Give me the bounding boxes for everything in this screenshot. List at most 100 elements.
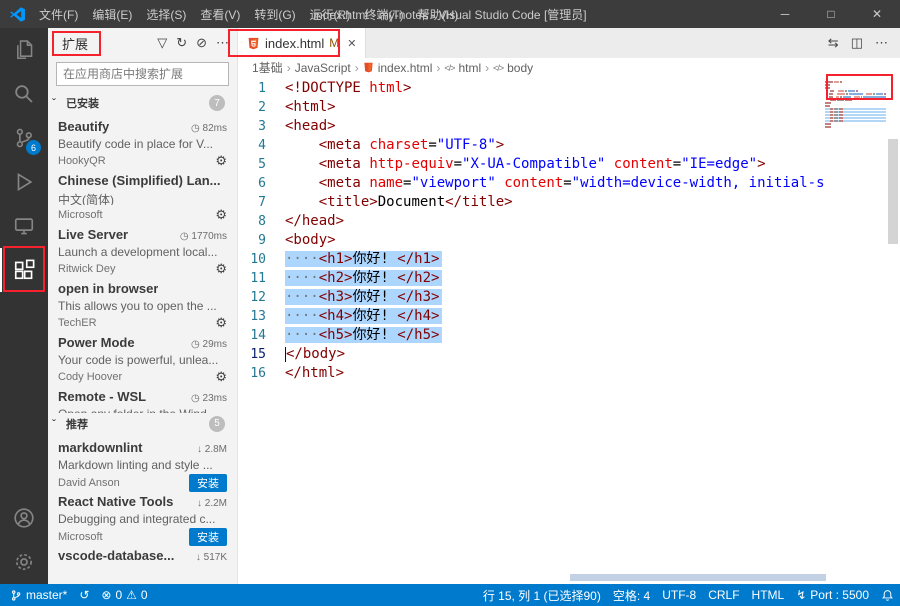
code-line[interactable]: 13····<h4>你好! </h4> [238, 307, 900, 326]
extension-item[interactable]: Chinese (Simplified) Lan...中文(简体)Microso… [48, 168, 237, 222]
extension-search-box[interactable] [56, 62, 229, 86]
minimap-line [825, 123, 886, 125]
code-line[interactable]: 10····<h1>你好! </h1> [238, 250, 900, 269]
search-icon[interactable] [0, 72, 48, 116]
extension-item[interactable]: Remote - WSL◷ 23msOpen any folder in the… [48, 384, 237, 413]
breadcrumb-symbol-html[interactable]: html [458, 61, 481, 75]
horizontal-scrollbar-thumb[interactable] [570, 574, 826, 581]
sync-item[interactable]: ↺ [73, 584, 95, 606]
minimap-line [825, 96, 886, 98]
menu-file[interactable]: 文件(F) [32, 0, 85, 28]
manage-gear-icon[interactable]: ⚙ [215, 369, 227, 385]
breadcrumb-subfolder[interactable]: JavaScript [295, 61, 351, 75]
code-line[interactable]: 1<!DOCTYPE html> [238, 79, 900, 98]
install-button[interactable]: 安装 [189, 528, 227, 546]
manage-gear-icon[interactable]: ⚙ [215, 315, 227, 331]
live-server-port-item[interactable]: ↯ Port : 5500 [790, 584, 875, 606]
activation-time: ◷ 29ms [187, 339, 227, 350]
menu-view[interactable]: 查看(V) [193, 0, 247, 28]
code-line[interactable]: 5 <meta http-equiv="X-UA-Compatible" con… [238, 155, 900, 174]
run-debug-icon[interactable] [0, 160, 48, 204]
extension-search-input[interactable] [63, 67, 222, 81]
language-mode-item[interactable]: HTML [746, 584, 791, 606]
activity-bar: 6 [0, 28, 48, 584]
breadcrumb-folder[interactable]: 1基础 [252, 59, 283, 76]
refresh-icon[interactable]: ↻ [176, 35, 187, 51]
source-control-icon[interactable]: 6 [0, 116, 48, 160]
eol-item[interactable]: CRLF [702, 584, 745, 606]
window-title: index.html - my-notes - Visual Studio Co… [313, 6, 586, 23]
tab-index-html[interactable]: index.html M ✕ [238, 28, 366, 58]
code-line[interactable]: 6 <meta name="viewport" content="width=d… [238, 174, 900, 193]
menu-goto[interactable]: 转到(G) [247, 0, 302, 28]
breadcrumb-file[interactable]: index.html [378, 61, 433, 75]
code-line[interactable]: 16</html> [238, 364, 900, 383]
code-line[interactable]: 4 <meta charset="UTF-8"> [238, 136, 900, 155]
maximize-button[interactable]: □ [808, 0, 854, 28]
code-line[interactable]: 15</body> [238, 345, 900, 364]
code-line[interactable]: 7 <title>Document</title> [238, 193, 900, 212]
breadcrumb: 1基础 › JavaScript › index.html › </> html… [238, 58, 900, 77]
code-editor[interactable]: 1<!DOCTYPE html>2<html>3<head>4 <meta ch… [238, 77, 900, 584]
extension-publisher: Ritwick Dey [58, 263, 115, 275]
tab-close-icon[interactable]: ✕ [347, 37, 356, 50]
more-actions-icon[interactable]: ⋯ [216, 35, 229, 51]
settings-gear-icon[interactable] [0, 540, 48, 584]
problems-item[interactable]: ⊗ 0 ⚠ 0 [95, 584, 153, 606]
minimap-line [825, 90, 886, 92]
extension-item[interactable]: React Native Tools↓ 2.2MDebugging and in… [48, 489, 237, 543]
encoding-item[interactable]: UTF-8 [656, 584, 702, 606]
manage-gear-icon[interactable]: ⚙ [215, 153, 227, 169]
code-line[interactable]: 3<head> [238, 117, 900, 136]
extension-item[interactable]: markdownlint↓ 2.8MMarkdown linting and s… [48, 435, 237, 489]
extension-item[interactable]: Live Server◷ 1770msLaunch a development … [48, 222, 237, 276]
breadcrumb-symbol-body[interactable]: body [507, 61, 533, 75]
extension-item[interactable]: Power Mode◷ 29msYour code is powerful, u… [48, 330, 237, 384]
line-number: 10 [238, 250, 266, 269]
minimize-button[interactable]: ─ [762, 0, 808, 28]
editor-more-actions-icon[interactable]: ⋯ [875, 35, 888, 51]
close-button[interactable]: ✕ [854, 0, 900, 28]
symbol-icon: </> [493, 63, 503, 73]
menu-selection[interactable]: 选择(S) [139, 0, 193, 28]
indentation-item[interactable]: 空格: 4 [607, 584, 656, 606]
extension-publisher: Microsoft [58, 209, 103, 221]
extension-item[interactable]: vscode-database...↓ 517K [48, 543, 237, 584]
code-line[interactable]: 12····<h3>你好! </h3> [238, 288, 900, 307]
menu-edit[interactable]: 编辑(E) [85, 0, 139, 28]
code-line[interactable]: 8</head> [238, 212, 900, 231]
cursor-position-item[interactable]: 行 15, 列 1 (已选择90) [477, 584, 607, 606]
vertical-scrollbar-thumb[interactable] [888, 139, 898, 244]
open-changes-icon[interactable]: ⇆ [828, 35, 839, 51]
manage-gear-icon[interactable]: ⚙ [215, 261, 227, 277]
clear-icon[interactable]: ⊘ [196, 35, 207, 51]
account-icon[interactable] [0, 496, 48, 540]
explorer-icon[interactable] [0, 28, 48, 72]
notifications-item[interactable] [875, 584, 900, 606]
editor-group: index.html M ✕ ⇆ ◫ ⋯ 1基础 › JavaScript › [238, 28, 900, 584]
split-editor-icon[interactable]: ◫ [851, 35, 863, 51]
section-installed[interactable]: ˇ 已安装 7 [48, 92, 237, 114]
extension-name: open in browser [58, 281, 158, 296]
install-button[interactable]: 安装 [189, 474, 227, 492]
extensions-icon[interactable] [0, 248, 48, 292]
git-branch-item[interactable]: master* [4, 584, 73, 606]
remote-explorer-icon[interactable] [0, 204, 48, 248]
minimap-line [825, 84, 886, 86]
code-line[interactable]: 14····<h5>你好! </h5> [238, 326, 900, 345]
extension-item[interactable]: Beautify◷ 82msBeautify code in place for… [48, 114, 237, 168]
code-line[interactable]: 9<body> [238, 231, 900, 250]
minimap[interactable] [822, 77, 886, 129]
git-branch-icon [10, 589, 22, 602]
code-line[interactable]: 2<html> [238, 98, 900, 117]
download-count: ↓ 517K [192, 552, 227, 563]
line-number: 13 [238, 307, 266, 326]
section-recommended[interactable]: ˇ 推荐 5 [48, 413, 237, 435]
manage-gear-icon[interactable]: ⚙ [215, 207, 227, 223]
extension-item[interactable]: open in browserThis allows you to open t… [48, 276, 237, 330]
filter-icon[interactable]: ▽ [157, 35, 167, 51]
code-line[interactable]: 11····<h2>你好! </h2> [238, 269, 900, 288]
line-number: 4 [238, 136, 266, 155]
vertical-scrollbar[interactable] [886, 77, 900, 584]
chevron-down-icon: ˇ [52, 96, 66, 110]
